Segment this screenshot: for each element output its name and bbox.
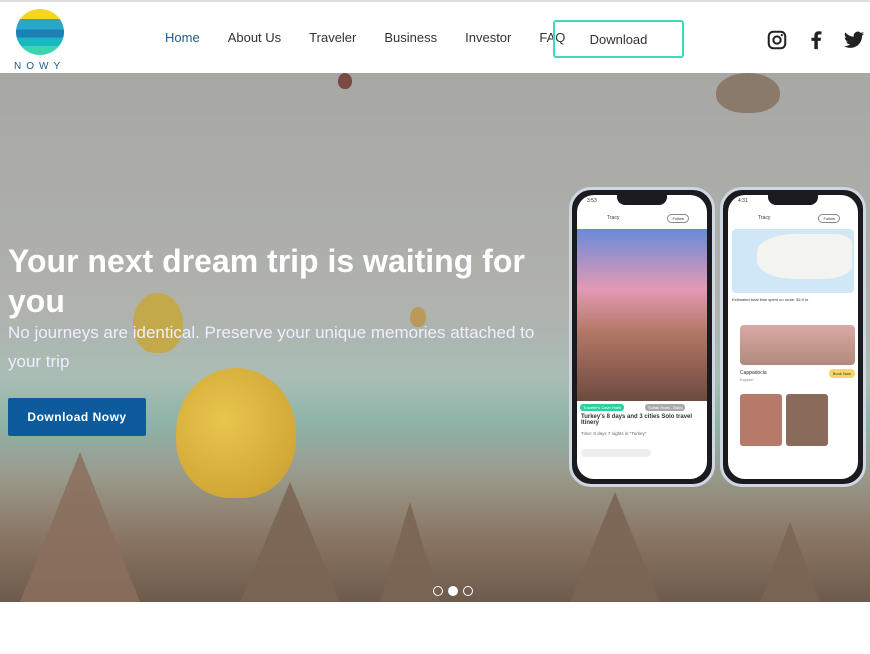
nav-investor[interactable]: Investor: [465, 30, 511, 45]
nav-about-us[interactable]: About Us: [228, 30, 281, 45]
main-nav: Home About Us Traveler Business Investor…: [165, 30, 593, 45]
user-name: Tracy: [607, 215, 620, 221]
place-name: Cappadocia: [740, 370, 767, 376]
download-nowy-button[interactable]: Download Nowy: [8, 398, 146, 436]
logo-wordmark: NOWY: [14, 61, 66, 72]
post-title: Turkey's 8 days and 3 cities Solo travel…: [581, 414, 693, 426]
tag: Sultan Hotel - Baku: [645, 404, 686, 411]
instagram-icon[interactable]: [766, 29, 788, 51]
balloon-image: [338, 73, 352, 89]
carousel-indicators: [433, 586, 473, 596]
place-photo: [740, 325, 855, 365]
nav-traveler[interactable]: Traveler: [309, 30, 356, 45]
hero-carousel: Your next dream trip is waiting for you …: [0, 73, 870, 602]
place-region: Kayseri: [740, 377, 754, 382]
carousel-dot[interactable]: [433, 586, 443, 596]
balloon-image: [176, 368, 296, 498]
cappadocia-photo: [577, 229, 707, 401]
phone-mockup-route: 4:31 Tracy Follow Estimated total time s…: [720, 187, 866, 487]
phone-mockup-post: 3:53 Tracy Follow Traveler's Cave Hotel …: [569, 187, 715, 487]
nav-home[interactable]: Home: [165, 30, 200, 45]
follow-button: Follow: [818, 214, 840, 223]
status-time: 3:53: [587, 198, 597, 204]
user-name: Tracy: [758, 215, 771, 221]
nav-business[interactable]: Business: [384, 30, 437, 45]
hero-title: Your next dream trip is waiting for you: [8, 243, 525, 319]
route-map: [732, 229, 854, 293]
route-estimate: Estimated total time spent on route: 35.…: [732, 297, 809, 302]
facebook-icon[interactable]: [805, 29, 827, 51]
post-meta: Time: 8 days 7 nights in "Turkey": [581, 431, 647, 436]
nowy-logo[interactable]: NOWY: [14, 7, 66, 72]
carousel-dot[interactable]: [463, 586, 473, 596]
logo-mark: [16, 9, 64, 55]
book-now-button: Book Now: [828, 369, 855, 378]
follow-button: Follow: [667, 214, 689, 223]
site-header: NOWY Home About Us Traveler Business Inv…: [0, 2, 870, 73]
download-button[interactable]: Download: [553, 20, 684, 58]
hero-subtitle: No journeys are identical. Preserve your…: [8, 323, 535, 371]
carousel-dot-active[interactable]: [448, 586, 458, 596]
tag: Traveler's Cave Hotel: [580, 404, 625, 411]
status-time: 4:31: [738, 198, 748, 204]
balloon-image: [716, 73, 780, 113]
twitter-icon[interactable]: [843, 29, 865, 51]
